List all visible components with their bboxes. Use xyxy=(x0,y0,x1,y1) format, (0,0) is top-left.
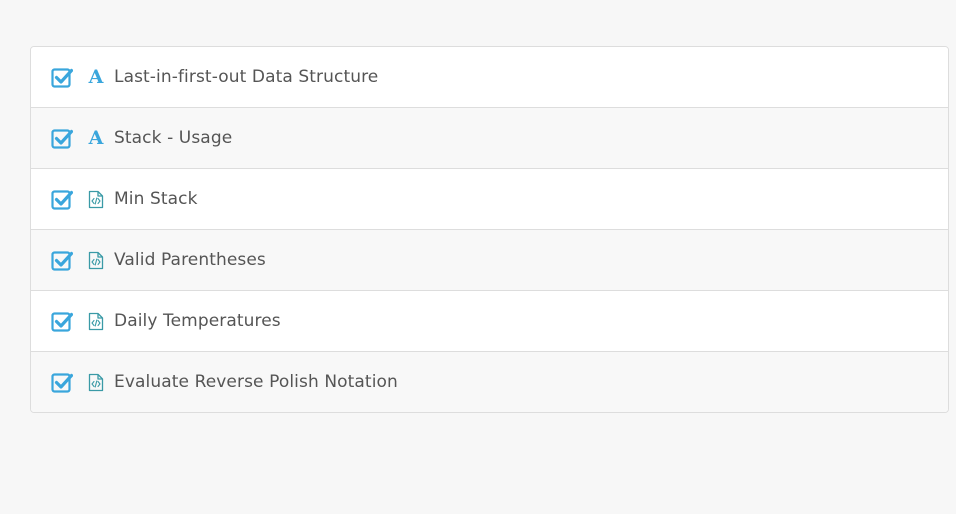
list-item[interactable]: Min Stack xyxy=(31,168,948,229)
article-icon: A xyxy=(88,126,104,149)
list-item[interactable]: A Last-in-first-out Data Structure xyxy=(31,47,948,107)
article-icon: A xyxy=(88,65,104,88)
list-item-label: Stack - Usage xyxy=(114,128,233,148)
lesson-list: A Last-in-first-out Data Structure A Sta… xyxy=(30,46,949,413)
checked-checkbox-icon[interactable] xyxy=(51,127,73,149)
code-file-icon xyxy=(88,250,104,270)
checked-checkbox-icon[interactable] xyxy=(51,249,73,271)
code-file-icon xyxy=(88,189,104,209)
checked-checkbox-icon[interactable] xyxy=(51,188,73,210)
list-item[interactable]: A Stack - Usage xyxy=(31,107,948,168)
checked-checkbox-icon[interactable] xyxy=(51,66,73,88)
list-item-label: Last-in-first-out Data Structure xyxy=(114,67,379,87)
list-item-label: Daily Temperatures xyxy=(114,311,281,331)
list-item-label: Evaluate Reverse Polish Notation xyxy=(114,372,398,392)
code-file-icon xyxy=(88,311,104,331)
checked-checkbox-icon[interactable] xyxy=(51,310,73,332)
checked-checkbox-icon[interactable] xyxy=(51,371,73,393)
list-item-label: Min Stack xyxy=(114,189,198,209)
list-item[interactable]: Evaluate Reverse Polish Notation xyxy=(31,351,948,412)
list-item[interactable]: Daily Temperatures xyxy=(31,290,948,351)
list-item-label: Valid Parentheses xyxy=(114,250,266,270)
code-file-icon xyxy=(88,372,104,392)
list-item[interactable]: Valid Parentheses xyxy=(31,229,948,290)
